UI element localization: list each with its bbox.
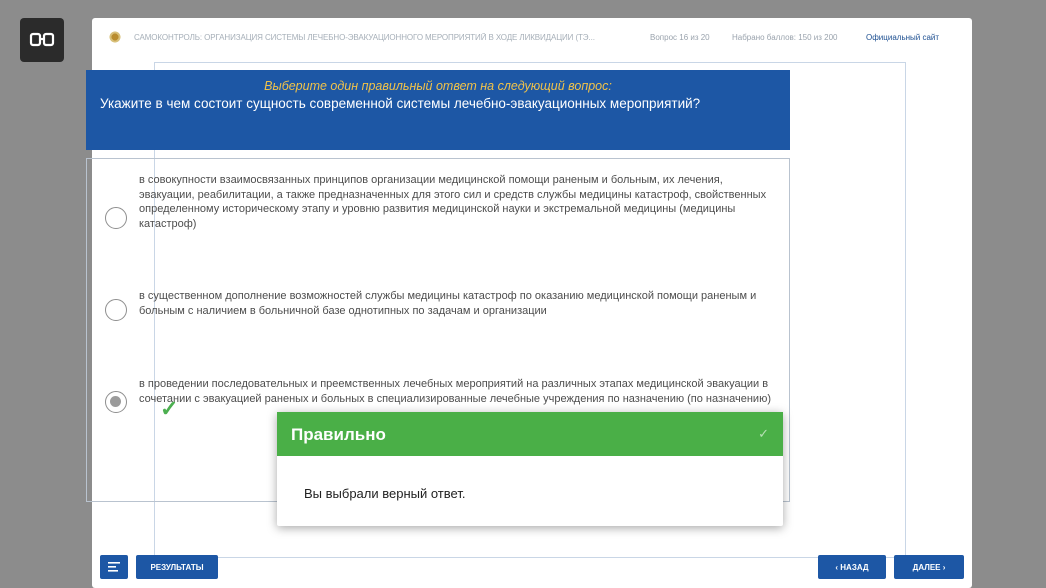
modal-message: Вы выбрали верный ответ. [304, 486, 466, 501]
results-button[interactable]: РЕЗУЛЬТАТЫ [136, 555, 218, 579]
question-counter: Вопрос 16 из 20 [650, 33, 710, 42]
close-icon[interactable]: ✓ [758, 426, 769, 442]
result-modal: Правильно ✓ Вы выбрали верный ответ. [277, 412, 783, 526]
radio-button[interactable] [105, 299, 127, 321]
question-panel: Выберите один правильный ответ на следую… [86, 70, 790, 150]
glasses-icon [29, 32, 55, 47]
question-hint: Выберите один правильный ответ на следую… [264, 79, 612, 93]
emblem-icon [108, 30, 122, 44]
modal-title: Правильно [291, 425, 386, 444]
radio-button-checked[interactable] [105, 391, 127, 413]
score-counter: Набрано баллов: 150 из 200 [732, 33, 838, 42]
official-site-link[interactable]: Официальный сайт [866, 33, 939, 42]
accessibility-button[interactable] [20, 18, 64, 62]
answer-text: в совокупности взаимосвязанных принципов… [139, 174, 767, 230]
back-button[interactable]: ‹ НАЗАД [818, 555, 886, 579]
next-button[interactable]: ДАЛЕЕ › [894, 555, 964, 579]
list-icon [108, 562, 120, 572]
answer-text: в существенном дополнение возможностей с… [139, 290, 757, 317]
question-list-button[interactable] [100, 555, 128, 579]
answer-text: в проведении последовательных и преемств… [139, 378, 771, 405]
test-header: САМОКОНТРОЛЬ: ОРГАНИЗАЦИЯ СИСТЕМЫ ЛЕЧЕБН… [92, 18, 972, 58]
test-title: САМОКОНТРОЛЬ: ОРГАНИЗАЦИЯ СИСТЕМЫ ЛЕЧЕБН… [134, 33, 595, 42]
modal-header: Правильно ✓ [277, 412, 783, 456]
correct-check-icon: ✓ [160, 396, 179, 421]
radio-button[interactable] [105, 207, 127, 229]
question-text: Укажите в чем состоит сущность современн… [100, 96, 701, 111]
